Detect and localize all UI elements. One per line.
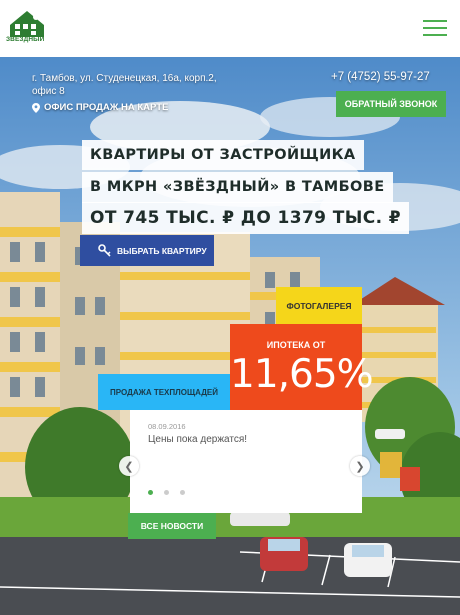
slider-dots [148,490,185,495]
slider-dot[interactable] [180,490,185,495]
mortgage-rate: 11,65% [230,352,374,397]
news-date: 08.09.2016 [148,422,186,431]
mortgage-label: ИПОТЕКА ОТ [266,340,326,350]
headline-price: ОТ 745 ТЫС. ₽ ДО 1379 ТЫС. ₽ [82,202,410,234]
tech-space-sale-tile[interactable]: ПРОДАЖА ТЕХПЛОЩАДЕЙ [98,374,230,410]
callback-button[interactable]: ОБРАТНЫЙ ЗВОНОК [336,91,446,117]
choose-apartment-label: ВЫБРАТЬ КВАРТИРУ [117,245,207,256]
slider-dot[interactable] [148,490,153,495]
site-header: ЗВЁЗДНЫЙ [0,0,460,57]
location-pin-icon [32,102,40,113]
all-news-button[interactable]: ВСЕ НОВОСТИ [128,513,216,539]
mortgage-tile[interactable]: ИПОТЕКА ОТ 11,65% [230,324,374,410]
headline-line-1: КВАРТИРЫ ОТ ЗАСТРОЙЩИКА [82,140,364,170]
map-link-label: ОФИС ПРОДАЖ НА КАРТЕ [44,102,169,113]
hamburger-icon[interactable] [423,18,447,38]
news-title[interactable]: Цены пока держатся! [148,434,247,445]
office-map-link[interactable]: ОФИС ПРОДАЖ НА КАРТЕ [32,102,168,113]
logo-text: ЗВЁЗДНЫЙ [6,36,45,43]
slider-dot[interactable] [164,490,169,495]
news-card: 08.09.2016 Цены пока держатся! [130,410,362,513]
phone-number[interactable]: +7 (4752) 55-97-27 [331,71,430,83]
office-address: г. Тамбов, ул. Студенецкая, 16а, корп.2,… [32,73,217,97]
choose-apartment-button[interactable]: ВЫБРАТЬ КВАРТИРУ [80,235,214,266]
key-icon [98,243,111,257]
chevron-left-icon[interactable]: ❮ [119,456,139,476]
chevron-right-icon[interactable]: ❯ [350,456,370,476]
headline-line-2: В МКРН «ЗВЁЗДНЫЙ» В ТАМБОВЕ [82,172,393,203]
photo-gallery-tile[interactable]: ФОТОГАЛЕРЕЯ [276,287,362,324]
